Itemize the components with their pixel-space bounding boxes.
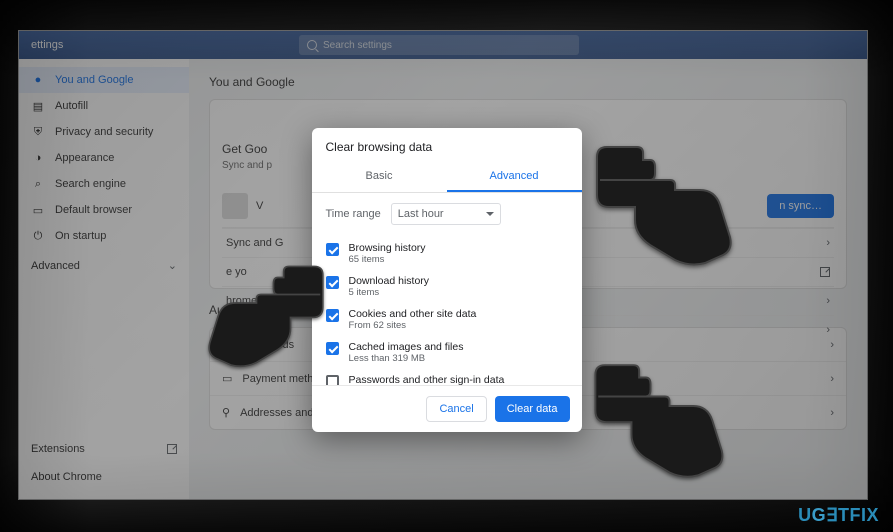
search-engine-icon: ⌕ — [31, 177, 45, 191]
time-range-label: Time range — [326, 208, 381, 220]
time-range-dropdown[interactable]: Last hour — [391, 203, 501, 225]
sidebar-item-search-engine[interactable]: ⌕ Search engine — [19, 171, 189, 197]
chevron-right-icon: › — [826, 324, 830, 336]
search-placeholder: Search settings — [323, 40, 392, 51]
sidebar-about-chrome[interactable]: About Chrome — [19, 463, 189, 491]
clear-browsing-data-dialog: Clear browsing data Basic Advanced Time … — [312, 128, 582, 432]
checkbox[interactable] — [326, 375, 339, 385]
default-browser-icon: ▭ — [31, 203, 45, 217]
autofill-icon: ▤ — [31, 99, 45, 113]
sidebar-item-label: Search engine — [55, 178, 126, 190]
option-cached-images[interactable]: Cached images and filesLess than 319 MB — [320, 336, 574, 369]
checkbox[interactable] — [326, 276, 339, 289]
chevron-down-icon: ⌄ — [168, 259, 177, 272]
chevron-right-icon: › — [830, 407, 834, 419]
clear-data-button[interactable]: Clear data — [495, 396, 570, 422]
chevron-down-icon — [486, 212, 494, 216]
section-title: You and Google — [209, 75, 847, 89]
external-link-icon — [820, 267, 830, 277]
sync-text: V — [256, 200, 263, 212]
chevron-right-icon: › — [826, 295, 830, 307]
sidebar-item-label: About Chrome — [31, 471, 102, 483]
sidebar-item-autofill[interactable]: ▤ Autofill — [19, 93, 189, 119]
sidebar-extensions[interactable]: Extensions — [19, 435, 189, 463]
chevron-right-icon: › — [830, 373, 834, 385]
turn-on-sync-button[interactable]: n sync… — [767, 194, 834, 218]
search-icon — [307, 40, 317, 50]
advanced-label: Advanced — [31, 260, 80, 272]
sidebar: ● You and Google ▤ Autofill ⛨ Privacy an… — [19, 59, 189, 499]
checkbox[interactable] — [326, 243, 339, 256]
sidebar-item-label: Autofill — [55, 100, 88, 112]
sidebar-advanced-toggle[interactable]: Advanced ⌄ — [19, 249, 189, 282]
tab-basic[interactable]: Basic — [312, 162, 447, 192]
sidebar-item-label: Extensions — [31, 443, 85, 455]
checkbox[interactable] — [326, 309, 339, 322]
person-icon: ● — [31, 73, 45, 87]
sidebar-item-you-and-google[interactable]: ● You and Google — [19, 67, 189, 93]
sidebar-item-label: Privacy and security — [55, 126, 153, 138]
annotation-hand-icon — [594, 363, 727, 487]
cancel-button[interactable]: Cancel — [426, 396, 486, 422]
tab-advanced[interactable]: Advanced — [447, 162, 582, 192]
search-settings-input[interactable]: Search settings — [299, 35, 579, 55]
dialog-tabs: Basic Advanced — [312, 162, 582, 193]
dialog-title: Clear browsing data — [312, 128, 582, 162]
time-range-value: Last hour — [398, 208, 444, 220]
top-bar: ettings Search settings — [19, 31, 867, 59]
sidebar-item-label: Appearance — [55, 152, 114, 164]
watermark: UG∃TFIX — [798, 505, 879, 526]
sidebar-item-label: You and Google — [55, 74, 134, 86]
appearance-icon: ◑ — [31, 151, 45, 165]
option-cookies[interactable]: Cookies and other site dataFrom 62 sites — [320, 303, 574, 336]
checkbox[interactable] — [326, 342, 339, 355]
option-browsing-history[interactable]: Browsing history65 items — [320, 237, 574, 270]
annotation-hand-icon — [206, 265, 325, 376]
option-download-history[interactable]: Download history5 items — [320, 270, 574, 303]
power-icon: ⏻ — [31, 229, 45, 243]
window-title: ettings — [31, 39, 63, 51]
options-list: Browsing history65 items Download histor… — [312, 235, 582, 385]
sidebar-item-appearance[interactable]: ◑ Appearance — [19, 145, 189, 171]
sidebar-item-default-browser[interactable]: ▭ Default browser — [19, 197, 189, 223]
external-link-icon — [167, 444, 177, 454]
location-icon: ⚲ — [222, 406, 230, 419]
sidebar-item-label: Default browser — [55, 204, 132, 216]
sidebar-item-on-startup[interactable]: ⏻ On startup — [19, 223, 189, 249]
avatar — [222, 193, 248, 219]
option-passwords[interactable]: Passwords and other sign-in dataNone — [320, 369, 574, 385]
annotation-hand-icon — [595, 145, 735, 275]
sidebar-item-privacy[interactable]: ⛨ Privacy and security — [19, 119, 189, 145]
sidebar-item-label: On startup — [55, 230, 106, 242]
shield-icon: ⛨ — [31, 125, 45, 139]
chevron-right-icon: › — [826, 237, 830, 249]
